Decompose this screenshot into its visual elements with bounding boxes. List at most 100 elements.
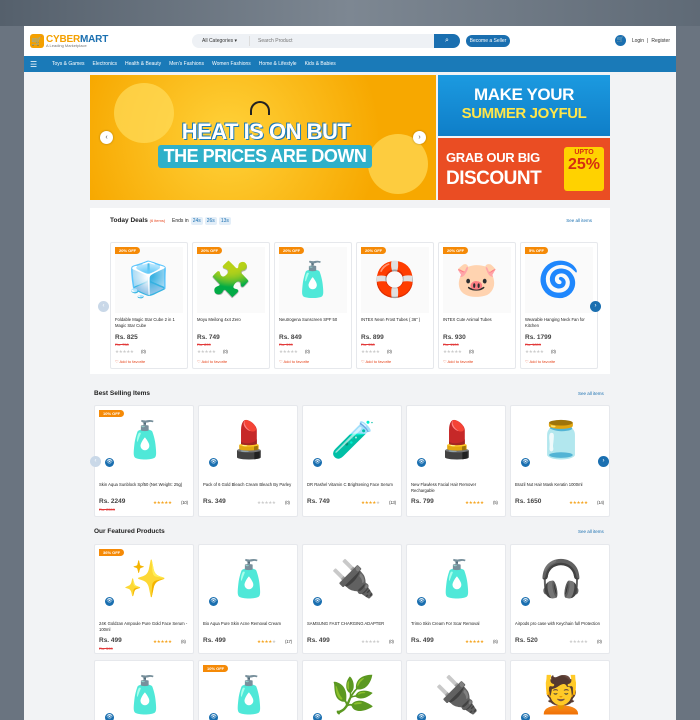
- product-name[interactable]: SAMSUNG FAST CHARGING ADAPTER: [307, 621, 397, 627]
- discount-banner[interactable]: GRAB OUR BIG DISCOUNT UPTO 25%: [438, 138, 610, 200]
- product-name[interactable]: New Flawless Facial Hair Remover Recharg…: [411, 482, 501, 493]
- nav-item[interactable]: Kids & Babies: [305, 61, 336, 67]
- product-name[interactable]: Wearable Hanging Neck Fan for Kitchen: [525, 317, 595, 328]
- product-name[interactable]: Neutrogena Sunscreen SPF 50: [279, 317, 349, 323]
- product-card[interactable]: 💄 👁 Pack of 6 Gold Bleach Cream Bleach By …: [198, 405, 298, 517]
- product-card[interactable]: 🔌 👁: [406, 660, 506, 720]
- product-name[interactable]: Bio Aqua Pure Skin Acne Removal Cream: [203, 621, 293, 627]
- product-name[interactable]: 24K Goldzan Ampoule Pure Gold Face Serum…: [99, 621, 189, 632]
- quick-view-icon[interactable]: 👁: [521, 597, 530, 606]
- product-card[interactable]: 🧪 👁 DR Rashel Vitamin C Brightening Face S…: [302, 405, 402, 517]
- product-image[interactable]: 🧴: [213, 665, 285, 720]
- product-name[interactable]: INTEX Cute Animal Tubes: [443, 317, 513, 323]
- product-name[interactable]: Moyu Meilong 4x4 Zero: [197, 317, 267, 323]
- product-name[interactable]: Brazil Nut Hair Mask Keratin 1000ml: [515, 482, 605, 488]
- product-card[interactable]: 🫙 👁 Brazil Nut Hair Mask Keratin 1000ml Rs.…: [510, 405, 610, 517]
- product-image[interactable]: 🧪: [317, 410, 389, 470]
- quick-view-icon[interactable]: 👁: [209, 458, 218, 467]
- add-to-favorite-link[interactable]: ♡ Add to favorite: [443, 359, 473, 364]
- best-selling-see-all[interactable]: See all items: [578, 391, 604, 396]
- quick-view-icon[interactable]: 👁: [105, 597, 114, 606]
- deal-card[interactable]: 20% OFF 🧩 Moyu Meilong 4x4 Zero Rs. 749 Rs. …: [192, 242, 270, 369]
- product-image[interactable]: 🔌: [421, 665, 493, 720]
- product-image[interactable]: 🧴: [213, 549, 285, 609]
- main-banner[interactable]: HEAT IS ON BUT THE PRICES ARE DOWN ‹ ›: [90, 75, 436, 200]
- logo[interactable]: 🛒 CYBERMART A Leading Marketplace: [30, 34, 190, 48]
- become-seller-button[interactable]: Become a Seller: [466, 35, 510, 47]
- search-input[interactable]: [250, 38, 434, 44]
- add-to-favorite-link[interactable]: ♡ Add to favorite: [115, 359, 145, 364]
- quick-view-icon[interactable]: 👁: [313, 713, 322, 720]
- product-card[interactable]: 💄 👁 New Flawless Facial Hair Remover Recha…: [406, 405, 506, 517]
- quick-view-icon[interactable]: 👁: [521, 713, 530, 720]
- product-image[interactable]: 🧊: [115, 247, 183, 313]
- search-button[interactable]: ⌕: [434, 34, 460, 48]
- quick-view-icon[interactable]: 👁: [521, 458, 530, 467]
- product-name[interactable]: INTEX Neon Frost Tubes ( 36" ): [361, 317, 431, 323]
- product-card[interactable]: 10% OFF 🧴 👁 Skin Aqua Sunblock Spf50 (Net W…: [94, 405, 194, 517]
- product-card[interactable]: 💆 👁: [510, 660, 610, 720]
- featured-see-all[interactable]: See all items: [578, 529, 604, 534]
- add-to-favorite-link[interactable]: ♡ Add to favorite: [279, 359, 309, 364]
- product-image[interactable]: 🎧: [525, 549, 597, 609]
- nav-item[interactable]: Electronics: [93, 61, 117, 67]
- product-name[interactable]: Skin Aqua Sunblock Spf50 (Net Weight: 25…: [99, 482, 189, 488]
- nav-item[interactable]: Home & Lifestyle: [259, 61, 297, 67]
- today-deals-see-all[interactable]: See all items: [566, 218, 592, 223]
- product-name[interactable]: Foldable Magic Star Cube 2 in 1 Magic St…: [115, 317, 185, 328]
- best-next-icon[interactable]: ›: [598, 456, 609, 467]
- login-link[interactable]: Login: [632, 38, 644, 44]
- product-image[interactable]: 🧩: [197, 247, 265, 313]
- product-image[interactable]: 💄: [421, 410, 493, 470]
- product-card[interactable]: 10% OFF 🧴 👁: [198, 660, 298, 720]
- product-image[interactable]: 🫙: [525, 410, 597, 470]
- product-image[interactable]: 🧴: [109, 410, 181, 470]
- product-name[interactable]: Airpods pro case with Keychain full Prot…: [515, 621, 605, 627]
- deal-card[interactable]: 20% OFF 🛟 INTEX Neon Frost Tubes ( 36" ) Rs…: [356, 242, 434, 369]
- banner-prev-icon[interactable]: ‹: [100, 131, 113, 144]
- quick-view-icon[interactable]: 👁: [209, 713, 218, 720]
- product-image[interactable]: ✨: [109, 549, 181, 609]
- quick-view-icon[interactable]: 👁: [417, 597, 426, 606]
- product-image[interactable]: 🌀: [525, 247, 593, 313]
- product-card[interactable]: 🔌 👁 SAMSUNG FAST CHARGING ADAPTER Rs. 499 ★★…: [302, 544, 402, 654]
- product-image[interactable]: 🛟: [361, 247, 429, 313]
- summer-banner[interactable]: MAKE YOUR SUMMER JOYFUL: [438, 75, 610, 136]
- product-image[interactable]: 🐷: [443, 247, 511, 313]
- product-image[interactable]: 🌿: [317, 665, 389, 720]
- register-link[interactable]: Register: [651, 38, 670, 44]
- product-name[interactable]: Pack of 6 Gold Bleach Cream Bleach By Pa…: [203, 482, 293, 488]
- deal-card[interactable]: 5% OFF 🌀 Wearable Hanging Neck Fan for Kit…: [520, 242, 598, 369]
- deals-next-icon[interactable]: ›: [590, 301, 601, 312]
- nav-item[interactable]: Women Fashions: [212, 61, 251, 67]
- nav-item[interactable]: Toys & Games: [52, 61, 85, 67]
- best-prev-icon[interactable]: ‹: [90, 456, 101, 467]
- product-image[interactable]: 💆: [525, 665, 597, 720]
- add-to-favorite-link[interactable]: ♡ Add to favorite: [197, 359, 227, 364]
- product-image[interactable]: 💄: [213, 410, 285, 470]
- quick-view-icon[interactable]: 👁: [313, 458, 322, 467]
- cart-icon[interactable]: 🛒: [614, 35, 626, 46]
- product-name[interactable]: Trimo Skin Cream For Scar Removal: [411, 621, 501, 627]
- product-image[interactable]: 🧴: [109, 665, 181, 720]
- quick-view-icon[interactable]: 👁: [417, 458, 426, 467]
- add-to-favorite-link[interactable]: ♡ Add to favorite: [361, 359, 391, 364]
- deals-prev-icon[interactable]: ‹: [98, 301, 109, 312]
- deal-card[interactable]: 20% OFF 🧊 Foldable Magic Star Cube 2 in 1 …: [110, 242, 188, 369]
- quick-view-icon[interactable]: 👁: [313, 597, 322, 606]
- product-card[interactable]: 36% OFF ✨ 👁 24K Goldzan Ampoule Pure Gold F…: [94, 544, 194, 654]
- quick-view-icon[interactable]: 👁: [417, 713, 426, 720]
- nav-item[interactable]: Men's Fashions: [169, 61, 204, 67]
- menu-icon[interactable]: ☰: [30, 60, 44, 69]
- add-to-favorite-link[interactable]: ♡ Add to favorite: [525, 359, 555, 364]
- nav-item[interactable]: Health & Beauty: [125, 61, 161, 67]
- banner-next-icon[interactable]: ›: [413, 131, 426, 144]
- product-image[interactable]: 🧴: [279, 247, 347, 313]
- product-card[interactable]: 🌿 👁: [302, 660, 402, 720]
- product-image[interactable]: 🧴: [421, 549, 493, 609]
- quick-view-icon[interactable]: 👁: [209, 597, 218, 606]
- category-select[interactable]: All Categories ▾: [192, 36, 250, 46]
- product-card[interactable]: 🧴 👁: [94, 660, 194, 720]
- quick-view-icon[interactable]: 👁: [105, 713, 114, 720]
- deal-card[interactable]: 20% OFF 🧴 Neutrogena Sunscreen SPF 50 Rs. 8…: [274, 242, 352, 369]
